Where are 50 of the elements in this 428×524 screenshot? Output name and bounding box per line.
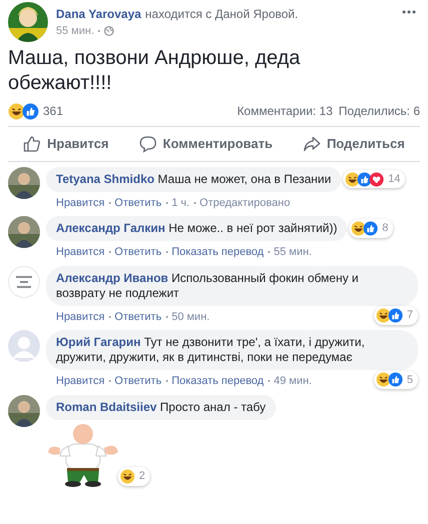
reaction-count: 8 bbox=[382, 221, 388, 236]
comment-meta: 55 мин. bbox=[274, 245, 312, 260]
comment-text: Tetyana Shmidko Маша не может, она в Пезании bbox=[56, 172, 332, 186]
reaction-badge[interactable]: 7 bbox=[374, 306, 418, 324]
reaction-badge[interactable]: 2 bbox=[118, 467, 150, 486]
comment-action-link[interactable]: Ответить bbox=[114, 194, 162, 211]
reaction-badge[interactable]: 14 bbox=[343, 170, 406, 188]
commenter-name[interactable]: Tetyana Shmidko bbox=[56, 172, 154, 186]
comment-meta: 50 мин. bbox=[172, 310, 210, 324]
comment-action-link[interactable]: Нравится bbox=[56, 308, 105, 325]
like-icon bbox=[23, 134, 42, 153]
share-icon bbox=[302, 134, 321, 153]
commenter-name[interactable]: Юрий Гагарин bbox=[56, 335, 141, 349]
comment-action-link[interactable]: Показать перевод bbox=[172, 373, 264, 390]
reaction-count: 2 bbox=[139, 469, 146, 484]
post-text: Маша, позвони Андрюше, деда обежают!!!! bbox=[7, 46, 302, 96]
reaction-badge[interactable]: 8 bbox=[349, 219, 394, 238]
more-icon[interactable] bbox=[402, 10, 416, 14]
commenter-name[interactable]: Александр Галкин bbox=[56, 221, 166, 235]
author-name[interactable]: Dana Yarovaya bbox=[56, 5, 142, 23]
comment-meta: 49 мин. bbox=[274, 374, 312, 389]
comment-meta: 1 ч. bbox=[172, 196, 190, 210]
comment-button[interactable]: Комментировать bbox=[130, 130, 281, 158]
comment-action-link[interactable]: Ответить bbox=[114, 244, 162, 260]
like-button[interactable]: Нравится bbox=[15, 130, 117, 158]
comment-action-link[interactable]: Нравится bbox=[56, 244, 105, 260]
post-time[interactable]: 55 мин. bbox=[56, 23, 94, 40]
comment-meta: Отредактировано bbox=[200, 196, 290, 210]
shares-count[interactable]: Поделились: 6 bbox=[338, 102, 420, 120]
comment-text: Roman Bdaitsiiev Просто анал - табу bbox=[56, 400, 266, 414]
reaction-count: 7 bbox=[406, 308, 413, 323]
comment-action-link[interactable]: Показать перевод bbox=[172, 244, 264, 260]
comment-action-link[interactable]: Нравится bbox=[56, 373, 105, 390]
comment-text: Александр Иванов Использованный фокин обмену и возврату не подлежит bbox=[56, 270, 360, 300]
comments-count[interactable]: Комментарии: 13 bbox=[237, 102, 333, 120]
commenter-name[interactable]: Александр Иванов bbox=[56, 270, 168, 284]
commenter-name[interactable]: Roman Bdaitsiiev bbox=[56, 400, 157, 414]
comment-action-link[interactable]: Ответить bbox=[114, 308, 162, 325]
comment-action-link[interactable]: Ответить bbox=[114, 373, 162, 390]
reaction-count[interactable]: 361 bbox=[43, 102, 238, 120]
reaction-badge[interactable]: 5 bbox=[374, 370, 418, 389]
share-button[interactable]: Поделиться bbox=[294, 130, 413, 158]
post-action-text: находится с Даной Яровой. bbox=[145, 6, 298, 23]
reaction-count: 14 bbox=[388, 172, 400, 187]
comment-text: Юрий Гагарин Тут не дзвонити тре', а їхати, і дружити, дружити, дружити, як в дитинстві, поки не передумає bbox=[56, 335, 366, 365]
globe-icon bbox=[104, 26, 114, 36]
comment-icon bbox=[138, 134, 157, 153]
reaction-count: 5 bbox=[406, 372, 413, 388]
comment-action-link[interactable]: Нравится bbox=[56, 194, 105, 211]
comment-text: Александр Галкин Не може.. в неї рот зайнятий)) bbox=[56, 221, 338, 236]
